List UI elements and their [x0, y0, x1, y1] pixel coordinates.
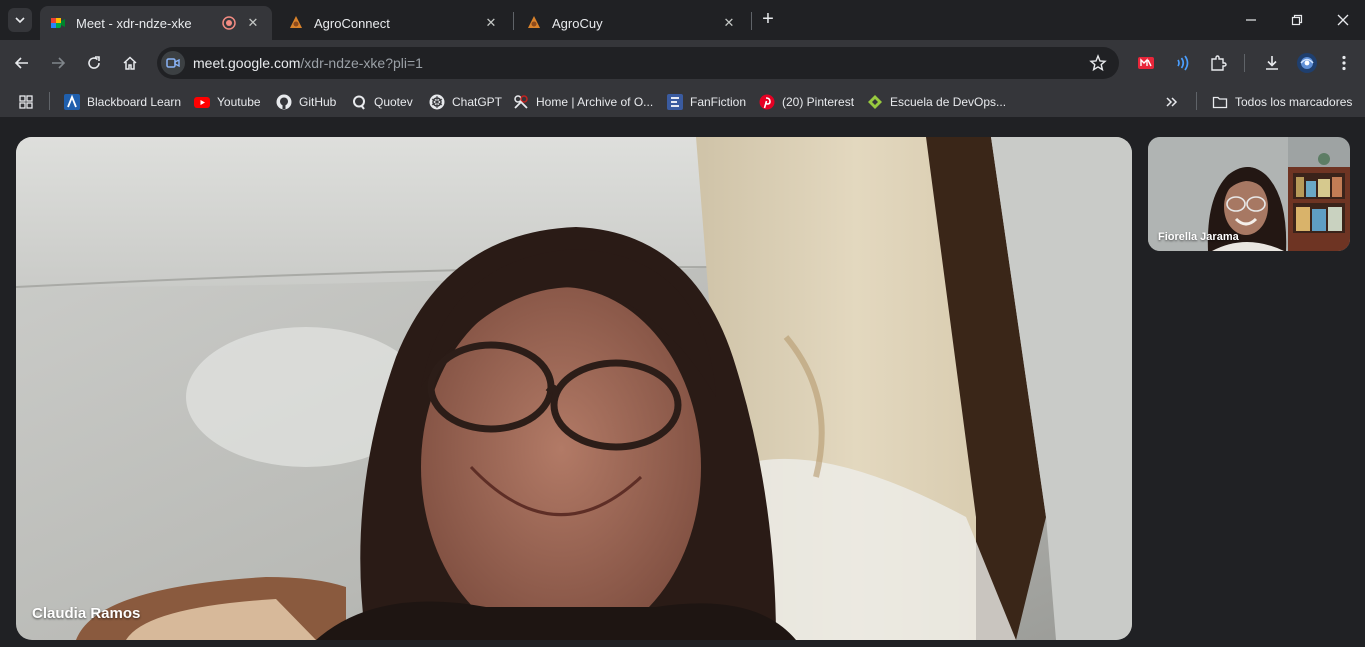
- bookmark-label: ChatGPT: [452, 95, 503, 109]
- minimize-button[interactable]: [1228, 8, 1274, 32]
- meet-stage: Claudia Ramos Fiorella Jarama: [0, 119, 1365, 647]
- speech-extension-button[interactable]: [1170, 51, 1194, 75]
- blackboard-icon: [64, 94, 80, 110]
- extensions-button[interactable]: [1206, 51, 1230, 75]
- arrow-right-icon: [52, 57, 66, 69]
- more-vertical-icon: [1342, 55, 1346, 71]
- restore-button[interactable]: [1274, 8, 1320, 32]
- bookmark-devops[interactable]: Escuela de DevOps...: [867, 92, 1006, 112]
- profile-button[interactable]: [1295, 51, 1319, 75]
- url-path: /xdr-ndze-xke?pli=1: [300, 55, 423, 71]
- close-tab-icon[interactable]: ✕: [482, 14, 500, 32]
- tab-meet[interactable]: Meet - xdr-ndze-xke ✕: [40, 6, 272, 40]
- tab-title: AgroCuy: [552, 15, 603, 31]
- participant-video: [16, 137, 1132, 640]
- agro-logo-icon: [288, 15, 304, 31]
- download-icon: [1266, 56, 1278, 70]
- ao3-icon: [513, 94, 529, 110]
- bookmark-blackboard[interactable]: Blackboard Learn: [64, 92, 181, 112]
- bookmark-ao3[interactable]: Home | Archive of O...: [513, 92, 653, 112]
- agro-logo-icon: [526, 15, 542, 31]
- bookmarks-divider: [49, 92, 50, 110]
- url-text: meet.google.com/xdr-ndze-xke?pli=1: [193, 55, 423, 71]
- tab-divider: [513, 12, 514, 30]
- reload-button[interactable]: [80, 49, 108, 77]
- puzzle-icon: [1211, 55, 1227, 71]
- double-chevron-right-icon: [1164, 94, 1180, 110]
- restore-icon: [1291, 14, 1303, 26]
- devops-icon: [867, 94, 883, 110]
- main-video-tile[interactable]: Claudia Ramos: [16, 137, 1132, 640]
- bookmark-label: (20) Pinterest: [782, 95, 855, 109]
- github-icon: [276, 94, 292, 110]
- browser-toolbar: meet.google.com/xdr-ndze-xke?pli=1: [0, 40, 1365, 86]
- sound-waves-icon: [1177, 55, 1189, 71]
- chrome-menu-button[interactable]: [1332, 51, 1356, 75]
- tab-agroconnect[interactable]: AgroConnect ✕: [278, 6, 510, 40]
- fanfiction-icon: [667, 94, 683, 110]
- chevron-down-icon: [15, 17, 25, 24]
- tab-divider: [751, 12, 752, 30]
- google-meet-icon: [50, 15, 66, 31]
- url-host: meet.google.com: [193, 55, 301, 71]
- folder-icon: [1212, 94, 1228, 110]
- youtube-icon: [194, 94, 210, 110]
- bookmark-label: FanFiction: [690, 95, 747, 109]
- bookmark-youtube[interactable]: Youtube: [194, 92, 261, 112]
- close-window-button[interactable]: [1320, 8, 1365, 32]
- new-tab-button[interactable]: +: [758, 9, 778, 30]
- bookmark-label: Escuela de DevOps...: [890, 95, 1007, 109]
- tab-title: Meet - xdr-ndze-xke: [76, 15, 192, 31]
- home-icon: [123, 56, 137, 70]
- mega-extension-button[interactable]: [1134, 51, 1158, 75]
- tab-title: AgroConnect: [314, 15, 390, 31]
- close-icon: [1337, 14, 1349, 26]
- all-bookmarks-button[interactable]: Todos los marcadores: [1212, 92, 1352, 112]
- minimize-icon: [1246, 19, 1256, 21]
- back-button[interactable]: [8, 49, 36, 77]
- bookmark-fanfiction[interactable]: FanFiction: [667, 92, 746, 112]
- bookmark-chatgpt[interactable]: ChatGPT: [429, 92, 502, 112]
- downloads-button[interactable]: [1260, 51, 1284, 75]
- bookmarks-divider: [1196, 92, 1197, 110]
- quotev-icon: [351, 94, 367, 110]
- participant-tile[interactable]: Fiorella Jarama: [1148, 137, 1350, 251]
- toolbar-divider: [1244, 54, 1245, 72]
- all-bookmarks-label: Todos los marcadores: [1235, 95, 1353, 109]
- pinterest-icon: [759, 94, 775, 110]
- bookmark-label: Youtube: [217, 95, 261, 109]
- tab-search-button[interactable]: [8, 8, 32, 32]
- close-tab-icon[interactable]: ✕: [244, 14, 262, 32]
- participant-name: Claudia Ramos: [32, 605, 141, 622]
- more-bookmarks-button[interactable]: [1164, 92, 1187, 112]
- mega-extension-icon: [1138, 57, 1154, 69]
- video-camera-icon: [166, 58, 180, 68]
- arrow-left-icon: [14, 57, 28, 69]
- bookmark-label: Blackboard Learn: [87, 95, 182, 109]
- avatar: [1297, 53, 1317, 73]
- bookmark-pinterest[interactable]: (20) Pinterest: [759, 92, 854, 112]
- chatgpt-icon: [429, 94, 445, 110]
- bookmark-github[interactable]: GitHub: [276, 92, 336, 112]
- bookmark-quotev[interactable]: Quotev: [351, 92, 413, 112]
- site-info-button[interactable]: [161, 51, 185, 75]
- bookmark-star-button[interactable]: [1089, 54, 1107, 72]
- close-tab-icon[interactable]: ✕: [720, 14, 738, 32]
- home-button[interactable]: [116, 49, 144, 77]
- bookmark-label: GitHub: [299, 95, 337, 109]
- participant-name: Fiorella Jarama: [1158, 231, 1239, 243]
- apps-grid-icon: [18, 94, 34, 110]
- address-bar[interactable]: meet.google.com/xdr-ndze-xke?pli=1: [157, 47, 1119, 79]
- recording-indicator-icon: [222, 16, 236, 30]
- apps-button[interactable]: [18, 92, 41, 112]
- bookmark-label: Quotev: [374, 95, 413, 109]
- bookmark-label: Home | Archive of O...: [536, 95, 654, 109]
- star-icon: [1089, 54, 1107, 72]
- tab-agrocuy[interactable]: AgroCuy ✕: [516, 6, 748, 40]
- reload-icon: [88, 56, 100, 69]
- forward-button[interactable]: [44, 49, 72, 77]
- tab-strip: Meet - xdr-ndze-xke ✕ AgroConnect ✕ Agro…: [0, 0, 1365, 40]
